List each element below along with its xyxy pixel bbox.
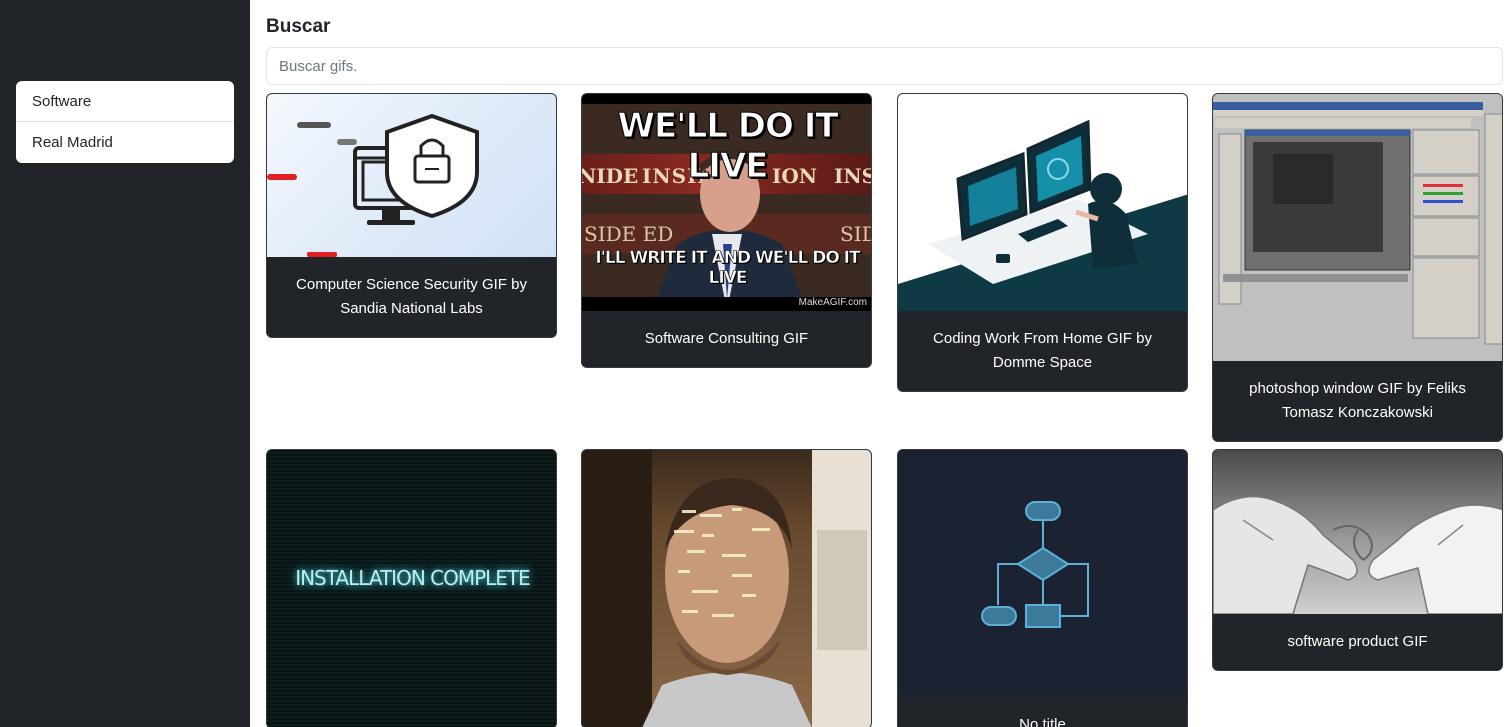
gif-title: Coding Work From Home GIF by Domme Space xyxy=(933,330,1152,371)
gif-card[interactable] xyxy=(581,449,872,727)
gif-thumbnail xyxy=(1213,94,1502,361)
gif-card[interactable]: photoshop window GIF by Feliks Tomasz Ko… xyxy=(1212,93,1503,442)
projected-code-face-photo xyxy=(582,450,871,727)
photoshop-window-screenshot xyxy=(1213,94,1502,361)
gif-card[interactable]: INSIDE ION INSII NIDE SIDE ED SID WE'LL … xyxy=(581,93,872,368)
security-shield-icon xyxy=(267,113,479,257)
search-input[interactable] xyxy=(266,47,1503,85)
gif-thumbnail xyxy=(898,94,1187,311)
gif-thumbnail xyxy=(898,450,1187,695)
gif-card[interactable]: Computer Science Security GIF by Sandia … xyxy=(266,93,557,338)
flowchart-icon xyxy=(981,501,1089,628)
meme-top-text: WE'LL DO IT LIVE xyxy=(617,106,839,187)
gif-card[interactable]: INSTALLATION COMPLETE xyxy=(266,449,557,727)
gif-card[interactable]: No title xyxy=(897,449,1188,727)
search-title: Buscar xyxy=(266,16,331,37)
gif-thumbnail xyxy=(267,94,556,257)
gif-thumbnail xyxy=(582,450,871,727)
installation-complete-text: INSTALLATION COMPLETE xyxy=(295,566,531,590)
gif-title: software product GIF xyxy=(1287,633,1428,650)
pinky-promise-hands-illustration xyxy=(1213,495,1502,614)
gif-thumbnail: INSIDE ION INSII NIDE SIDE ED SID WE'LL … xyxy=(582,94,871,311)
meme-bottom-text: I'LL WRITE IT AND WE'LL DO IT LIVE xyxy=(595,248,861,289)
history-item-software[interactable]: Software xyxy=(16,81,234,122)
gif-title: No title xyxy=(1019,716,1066,727)
gif-card[interactable]: software product GIF xyxy=(1212,449,1503,671)
gif-title: Software Consulting GIF xyxy=(644,330,809,347)
gif-thumbnail: INSTALLATION COMPLETE xyxy=(267,450,556,727)
search-history-list: Software Real Madrid xyxy=(16,81,234,163)
history-item-real-madrid[interactable]: Real Madrid xyxy=(16,122,234,163)
gif-title: Computer Science Security GIF by Sandia … xyxy=(296,276,527,317)
gif-title: photoshop window GIF by Feliks Tomasz Ko… xyxy=(1249,380,1466,421)
gif-thumbnail xyxy=(1213,450,1502,614)
sidebar: Software Real Madrid xyxy=(0,0,250,727)
gif-card[interactable]: Coding Work From Home GIF by Domme Space xyxy=(897,93,1188,392)
watermark: MakeAGIF.com xyxy=(798,297,867,308)
coding-workstation-illustration xyxy=(898,119,1187,311)
main-content: Buscar Computer Science Security GIF xyxy=(250,0,1507,727)
